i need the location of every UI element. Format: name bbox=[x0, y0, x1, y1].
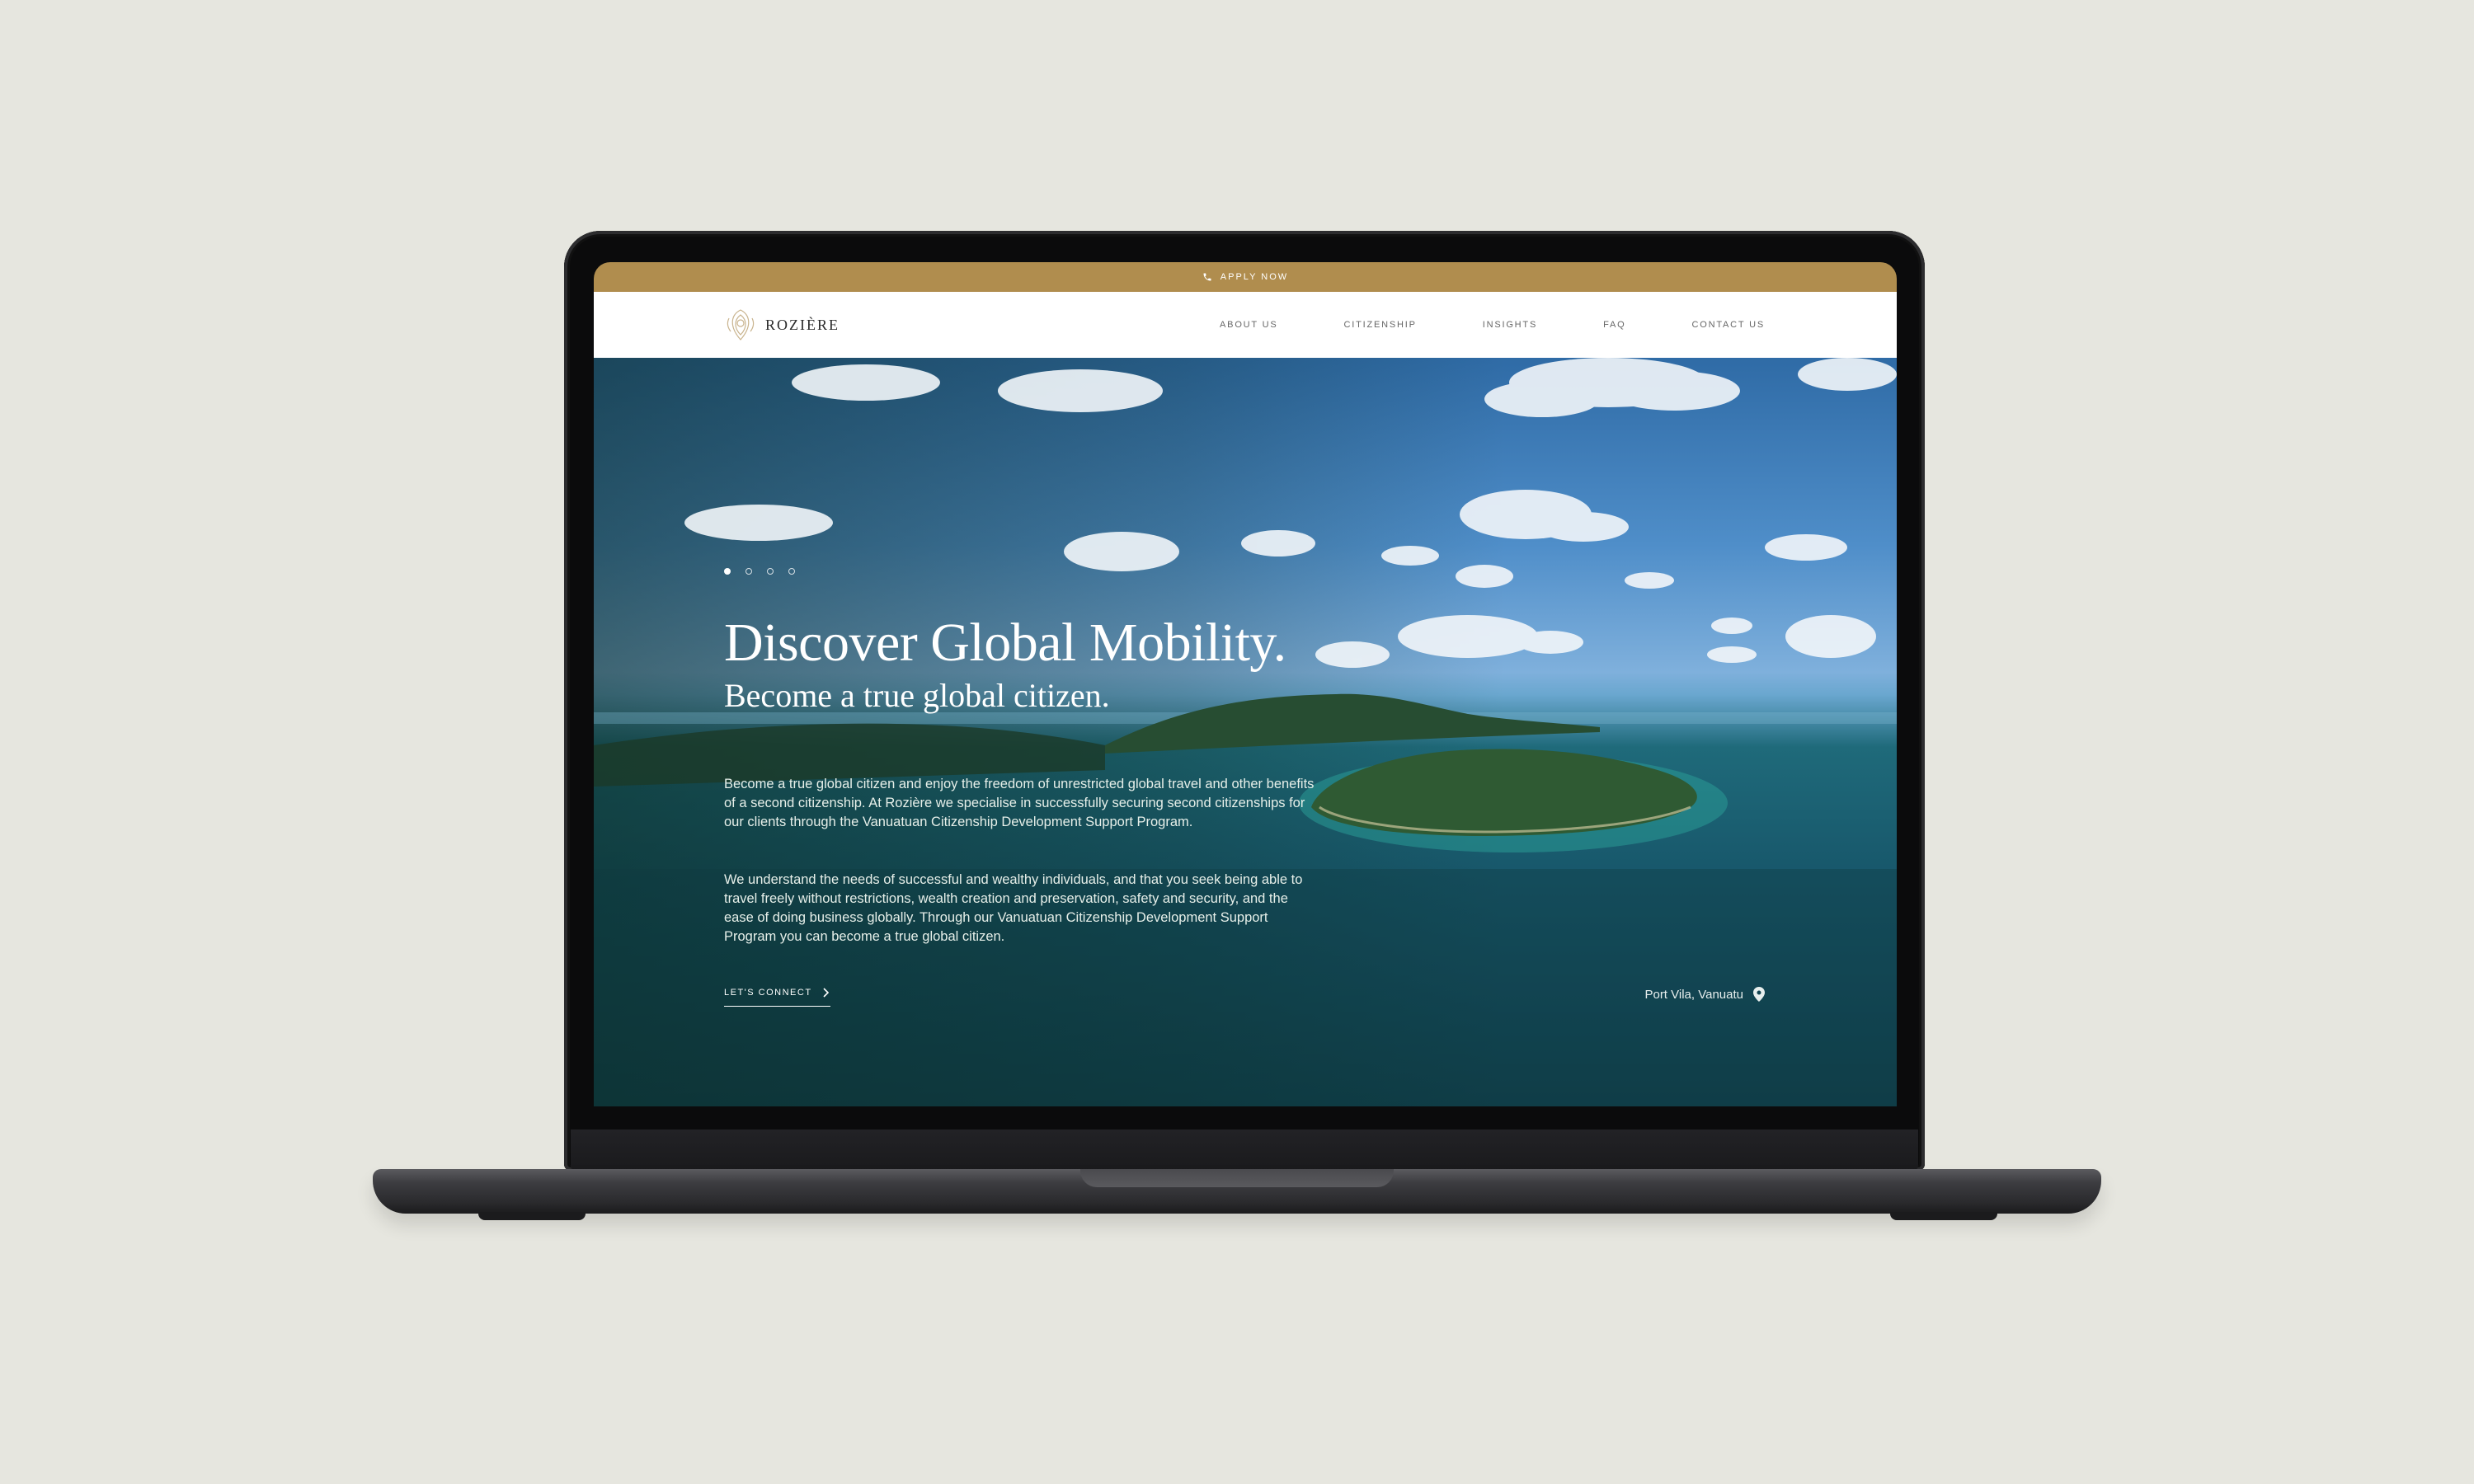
brand-name: ROZIÈRE bbox=[765, 316, 840, 333]
laptop-foot-right bbox=[1890, 1212, 1997, 1220]
laptop-hinge bbox=[571, 1129, 1918, 1171]
nav-item-faq[interactable]: FAQ bbox=[1603, 320, 1625, 330]
apply-now-label[interactable]: APPLY NOW bbox=[1221, 272, 1288, 282]
hero-title: Discover Global Mobility. bbox=[724, 613, 1286, 673]
main-navbar: ROZIÈRE ABOUT US CITIZENSHIP INSIGHTS FA… bbox=[594, 292, 1897, 358]
primary-nav: ABOUT US CITIZENSHIP INSIGHTS FAQ CONTAC… bbox=[1220, 292, 1765, 358]
location-tag: Port Vila, Vanuatu bbox=[1644, 987, 1765, 1002]
apply-now-bar[interactable]: APPLY NOW bbox=[594, 262, 1897, 292]
brand-logo[interactable]: ROZIÈRE bbox=[724, 307, 840, 343]
laptop-screen: APPLY NOW ROZIÈRE ABOUT US CITIZENSHIP I… bbox=[594, 262, 1897, 1106]
laptop-foot-left bbox=[478, 1212, 586, 1220]
slider-dot-4[interactable] bbox=[788, 568, 795, 575]
lets-connect-button[interactable]: LET'S CONNECT bbox=[724, 988, 830, 1007]
hero-paragraph-1: Become a true global citizen and enjoy t… bbox=[724, 777, 1315, 829]
map-pin-icon bbox=[1753, 987, 1765, 1002]
hero-paragraph-2: We understand the needs of successful an… bbox=[724, 872, 1303, 944]
chevron-right-icon bbox=[822, 988, 829, 998]
slider-dot-2[interactable] bbox=[745, 568, 752, 575]
slider-dot-3[interactable] bbox=[767, 568, 774, 575]
nav-item-insights[interactable]: INSIGHTS bbox=[1483, 320, 1537, 330]
laptop-opening-notch bbox=[1080, 1169, 1394, 1187]
location-label: Port Vila, Vanuatu bbox=[1644, 987, 1743, 1002]
hero-slider-dots bbox=[724, 568, 795, 575]
hero-subtitle: Become a true global citizen. bbox=[724, 677, 1110, 714]
nav-item-contact-us[interactable]: CONTACT US bbox=[1692, 320, 1766, 330]
phone-icon bbox=[1203, 273, 1211, 281]
lets-connect-label: LET'S CONNECT bbox=[724, 988, 812, 998]
nav-item-about-us[interactable]: ABOUT US bbox=[1220, 320, 1277, 330]
slider-dot-1[interactable] bbox=[724, 568, 731, 575]
crest-logo-icon bbox=[727, 309, 755, 340]
nav-item-citizenship[interactable]: CITIZENSHIP bbox=[1343, 320, 1416, 330]
